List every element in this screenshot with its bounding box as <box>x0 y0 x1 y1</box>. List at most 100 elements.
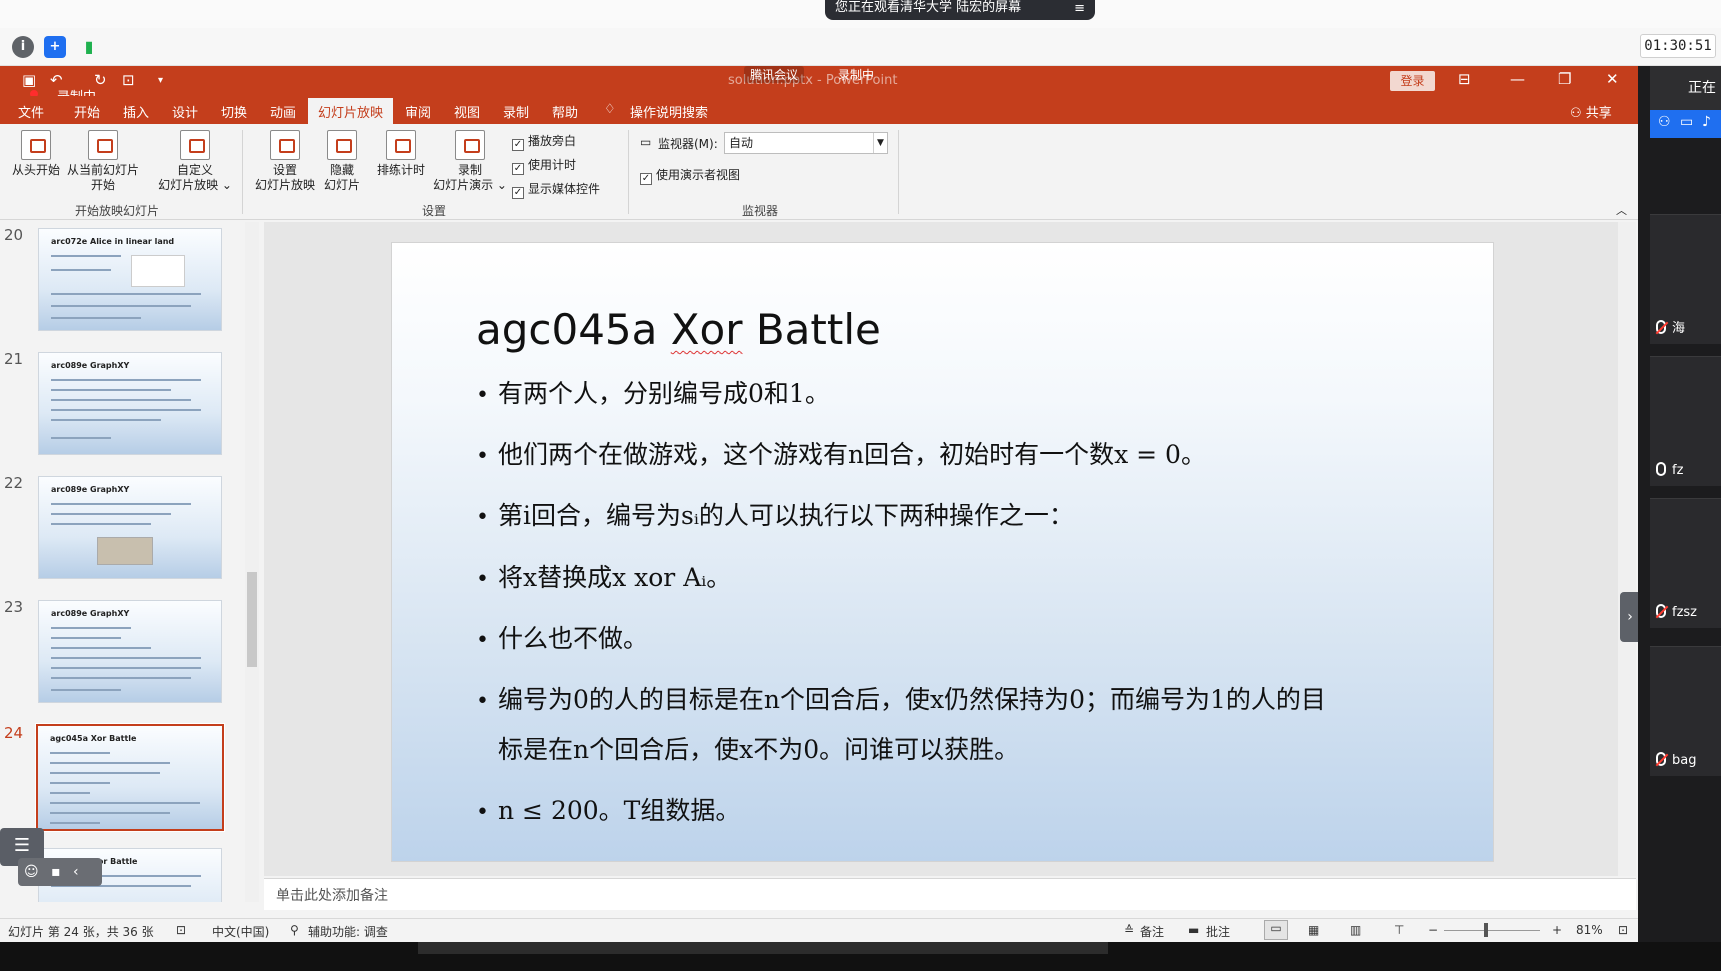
thumb-line <box>51 523 151 525</box>
tab-animations[interactable]: 动画 <box>270 102 296 121</box>
present-icon[interactable]: ⊡ <box>122 71 135 89</box>
play-narrations-checkbox[interactable]: ✓ 播放旁白 <box>512 132 576 151</box>
tab-design[interactable]: 设计 <box>172 102 198 121</box>
participant-tile[interactable]: 海 <box>1650 214 1721 344</box>
slide-thumbnail-selected[interactable]: agc045a Xor Battle <box>35 723 225 832</box>
bullet-continuation[interactable]: 标是在n个回合后，使x不为0。问谁可以获胜。 <box>476 725 1436 775</box>
tab-help[interactable]: 帮助 <box>552 102 578 121</box>
reading-view-icon[interactable]: ▥ <box>1350 923 1361 937</box>
meeting-toolbar: i + ▮ 01:30:51 <box>0 28 1721 66</box>
floating-toolbar[interactable]: ☺ ▪ ‹ <box>18 858 102 886</box>
group-separator <box>898 130 899 214</box>
bullet-item[interactable]: • 有两个人，分别编号成0和1。 <box>476 369 1436 421</box>
slide-title[interactable]: agc045a Xor Battle <box>476 305 881 354</box>
custom-label-2: 幻灯片放映 ⌄ <box>158 178 232 192</box>
bullet-item[interactable]: • 编号为0的人的目标是在n个回合后，使x仍然保持为0；而编号为1的人的目 <box>476 675 1436 727</box>
mic-muted-icon <box>1656 320 1666 334</box>
thumb-line <box>51 389 171 391</box>
thumbnail-scrollbar[interactable] <box>245 222 259 902</box>
scroll-thumb[interactable] <box>247 572 257 667</box>
normal-view-icon[interactable]: ▭ <box>1264 920 1288 940</box>
zoom-in-icon[interactable]: + <box>1552 923 1562 937</box>
tab-review[interactable]: 审阅 <box>405 102 431 121</box>
tab-file[interactable]: 文件 <box>18 102 44 121</box>
comments-button[interactable]: 批注 <box>1206 923 1230 940</box>
fit-to-window-icon[interactable]: ⊡ <box>1618 923 1628 937</box>
bullet-dot-icon: • <box>476 689 489 714</box>
save-icon[interactable]: ▣ <box>22 71 36 89</box>
share-banner-text: 您正在观看清华大学 陆宏的屏幕 <box>835 0 1022 15</box>
accessibility-status[interactable]: 辅助功能: 调查 <box>308 923 388 940</box>
notes-button[interactable]: 备注 <box>1140 923 1164 940</box>
login-button[interactable]: 登录 <box>1390 71 1435 91</box>
slide-sorter-icon[interactable]: ▦ <box>1308 923 1319 937</box>
bullet-item[interactable]: • 他们两个在做游戏，这个游戏有n回合，初始时有一个数x = 0。 <box>476 430 1436 482</box>
participant-tile[interactable]: bag <box>1650 646 1721 776</box>
tab-view[interactable]: 视图 <box>454 102 480 121</box>
bullet-item[interactable]: • 第i回合，编号为sᵢ的人可以执行以下两种操作之一： <box>476 491 1436 543</box>
presenter-view-checkbox[interactable]: ✓ 使用演示者视图 <box>640 166 740 185</box>
tab-insert[interactable]: 插入 <box>123 102 149 121</box>
chevron-right-icon[interactable]: › <box>1620 592 1640 642</box>
signal-icon[interactable]: ▮ <box>78 36 100 58</box>
spellcheck-icon[interactable]: ⊡ <box>176 923 186 937</box>
notes-pane[interactable]: 单击此处添加备注 <box>264 878 1636 910</box>
emoji-icon[interactable]: ☺ <box>24 864 39 880</box>
collapse-icon[interactable]: ‹ <box>73 864 79 880</box>
recording-tag[interactable]: 录制中 <box>838 66 874 83</box>
tab-home[interactable]: 开始 <box>74 102 100 121</box>
chevron-down-icon[interactable]: ▼ <box>873 133 887 153</box>
slide-thumbnail[interactable]: arc089e GraphXY <box>38 352 222 455</box>
zoom-out-icon[interactable]: − <box>1428 923 1438 937</box>
collapse-ribbon-icon[interactable]: ︿ <box>1616 202 1627 218</box>
slide-thumbnail[interactable]: arc072e Alice in linear land <box>38 228 222 331</box>
share-banner[interactable]: 您正在观看清华大学 陆宏的屏幕 ≡ <box>825 0 1095 20</box>
bullet-dot-icon: • <box>476 383 489 408</box>
editor-scrollbar[interactable] <box>1618 222 1636 876</box>
shield-icon[interactable]: + <box>44 36 66 58</box>
tab-record[interactable]: 录制 <box>503 102 529 121</box>
tab-transitions[interactable]: 切换 <box>221 102 247 121</box>
zoom-slider-thumb[interactable] <box>1484 923 1488 937</box>
slide-canvas[interactable]: agc045a Xor Battle • 有两个人，分别编号成0和1。 • 他们两个… <box>391 242 1494 862</box>
from-current-button[interactable]: 从当前幻灯片 开始 <box>64 130 142 193</box>
tell-me-search[interactable]: 操作说明搜索 <box>630 102 708 121</box>
tencent-meeting-tag[interactable]: 腾讯会议 <box>744 66 805 83</box>
zoom-slider[interactable] <box>1444 930 1540 931</box>
chat-icon[interactable]: ▪ <box>51 864 61 880</box>
minimize-icon[interactable]: — <box>1510 70 1525 88</box>
active-speaker-bar[interactable]: ⚇ ▭ ♪ <box>1650 110 1721 138</box>
monitor-select[interactable]: 自动 ▼ <box>724 132 888 154</box>
slide-thumbnail[interactable]: arc089e GraphXY <box>38 476 222 579</box>
setup-slideshow-button[interactable]: 设置 幻灯片放映 <box>252 130 318 193</box>
info-icon[interactable]: i <box>12 36 34 58</box>
bullet-item[interactable]: • n ≤ 200。T组数据。 <box>476 786 1436 838</box>
bullet-item[interactable]: • 什么也不做。 <box>476 614 1436 666</box>
show-media-controls-checkbox[interactable]: ✓ 显示媒体控件 <box>512 180 600 199</box>
bullet-item[interactable]: • 将x替换成x xor Aᵢ。 <box>476 553 1436 605</box>
zoom-level[interactable]: 81% <box>1576 923 1603 937</box>
custom-slideshow-button[interactable]: 自定义 幻灯片放映 ⌄ <box>154 130 236 193</box>
rehearse-timings-button[interactable]: 排练计时 <box>372 130 430 178</box>
thumb-line <box>51 255 121 257</box>
hide-slide-button[interactable]: 隐藏 幻灯片 <box>320 130 364 193</box>
share-button[interactable]: ⚇ 共享 <box>1570 102 1612 121</box>
slide-thumbnail[interactable]: arc089e GraphXY <box>38 600 222 703</box>
accessibility-icon[interactable]: ⚲ <box>290 923 299 937</box>
restore-icon[interactable]: ❐ <box>1558 70 1571 88</box>
participant-tile[interactable]: fz <box>1650 356 1721 486</box>
close-icon[interactable]: ✕ <box>1606 70 1619 88</box>
participant-tile[interactable]: fzsz <box>1650 498 1721 628</box>
ribbon-display-icon[interactable]: ⊟ <box>1458 70 1471 88</box>
from-beginning-button[interactable]: 从头开始 <box>8 130 64 178</box>
use-timings-checkbox[interactable]: ✓ 使用计时 <box>512 156 576 175</box>
slideshow-icon[interactable]: ⊤ <box>1394 923 1404 937</box>
customize-qat-icon[interactable]: ▾ <box>158 75 163 86</box>
record-slideshow-button[interactable]: 录制 幻灯片演示 ⌄ <box>428 130 512 193</box>
tab-slideshow[interactable]: 幻灯片放映 <box>308 98 394 124</box>
menu-icon[interactable]: ≡ <box>1074 1 1085 17</box>
participant-name-row: fz <box>1656 462 1683 478</box>
thumb-line <box>50 772 160 774</box>
start-group-label: 开始放映幻灯片 <box>75 204 160 218</box>
language-indicator[interactable]: 中文(中国) <box>212 923 269 940</box>
